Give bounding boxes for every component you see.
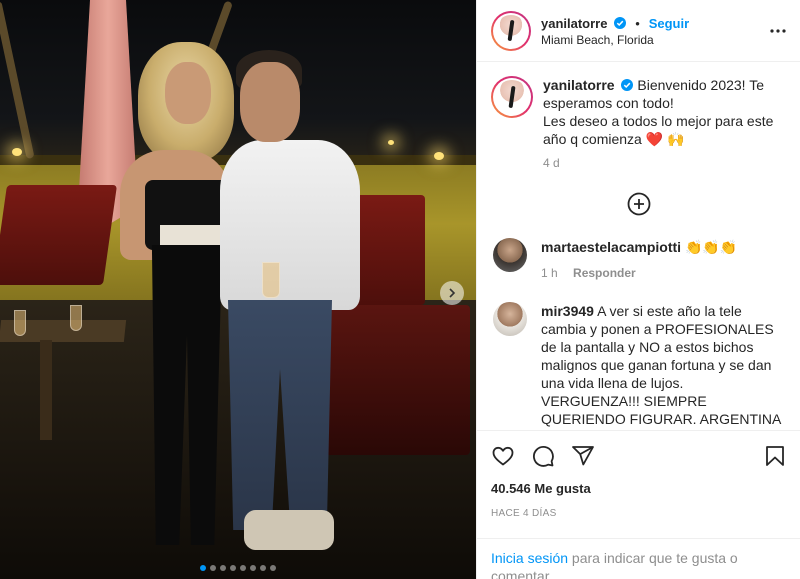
carousel-dot xyxy=(270,565,276,571)
comments-area: yanilatorre Bienvenido 2023! Te esperamo… xyxy=(477,62,800,427)
share-icon[interactable] xyxy=(571,444,595,468)
post-details-panel: yanilatorre • Seguir Miami Beach, Florid… xyxy=(476,0,800,579)
commenter-username[interactable]: mir3949 xyxy=(541,303,594,319)
action-bar: 40.546 Me gusta HACE 4 DÍAS xyxy=(477,430,800,519)
carousel-dot xyxy=(230,565,236,571)
next-photo-button[interactable] xyxy=(440,281,464,305)
comment-text: A ver si este año la tele cambia y ponen… xyxy=(541,303,782,427)
verified-badge-icon xyxy=(614,16,627,29)
photo-scene xyxy=(0,0,476,579)
caption-line-3: Les deseo a todos lo mejor para este xyxy=(543,113,774,129)
carousel-dot xyxy=(260,565,266,571)
separator-dot: • xyxy=(635,15,640,31)
carousel-dot xyxy=(250,565,256,571)
add-comment-icon xyxy=(627,192,650,216)
carousel-dot xyxy=(240,565,246,571)
carousel-dot xyxy=(210,565,216,571)
login-link[interactable]: Inicia sesión xyxy=(491,550,568,566)
likes-count[interactable]: 40.546 Me gusta xyxy=(491,481,787,496)
reply-button[interactable]: Responder xyxy=(573,266,636,280)
comment-time[interactable]: 1 h xyxy=(541,266,558,280)
caption: yanilatorre Bienvenido 2023! Te esperamo… xyxy=(491,76,786,172)
caption-avatar[interactable] xyxy=(491,76,533,118)
load-more-comments-button[interactable] xyxy=(627,192,651,216)
caption-line-2: esperamos con todo! xyxy=(543,95,674,111)
caption-line-1: Bienvenido 2023! Te xyxy=(637,77,764,93)
more-options-button[interactable] xyxy=(768,21,788,41)
comment-icon[interactable] xyxy=(531,444,555,468)
next-chevron-icon xyxy=(449,288,456,298)
carousel-dot xyxy=(220,565,226,571)
more-options-icon xyxy=(770,29,786,33)
caption-timestamp[interactable]: 4 d xyxy=(543,154,786,172)
post-date[interactable]: HACE 4 DÍAS xyxy=(491,508,787,519)
bookmark-icon[interactable] xyxy=(763,444,787,468)
author-avatar[interactable] xyxy=(491,10,531,51)
login-prompt: Inicia sesión para indicar que te gusta … xyxy=(477,538,800,579)
carousel-indicator xyxy=(0,565,476,571)
comment-item: martaestelacampiotti 👏👏👏 1 h Responder xyxy=(491,238,786,282)
post-header: yanilatorre • Seguir Miami Beach, Florid… xyxy=(477,0,800,62)
follow-button[interactable]: Seguir xyxy=(649,16,689,31)
post-photo[interactable] xyxy=(0,0,476,579)
caption-username[interactable]: yanilatorre xyxy=(543,77,615,93)
author-username[interactable]: yanilatorre xyxy=(541,16,607,31)
comment-item: mir3949 A ver si este año la tele cambia… xyxy=(491,302,786,427)
caption-line-4: año q comienza ❤️ 🙌 xyxy=(543,131,685,147)
commenter-username[interactable]: martaestelacampiotti xyxy=(541,239,681,255)
commenter-avatar[interactable] xyxy=(493,302,527,336)
verified-badge-icon xyxy=(621,79,634,91)
commenter-avatar[interactable] xyxy=(493,238,527,272)
carousel-dot xyxy=(200,565,206,571)
post-location[interactable]: Miami Beach, Florida xyxy=(541,33,689,47)
heart-icon[interactable] xyxy=(491,444,515,468)
comment-text: 👏👏👏 xyxy=(684,239,738,255)
